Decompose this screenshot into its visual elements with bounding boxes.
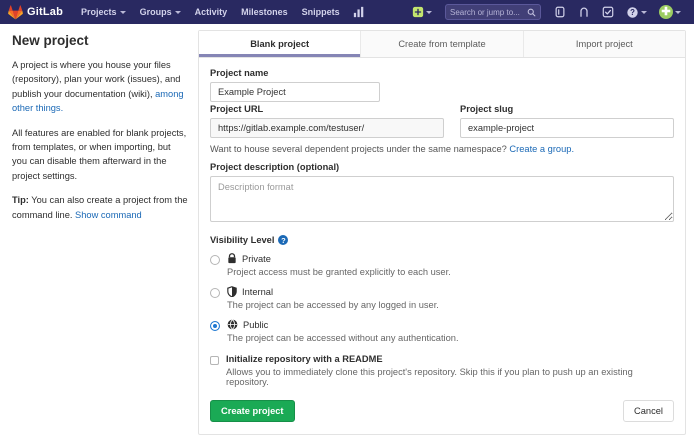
- brand-wordmark: GitLab: [27, 6, 63, 18]
- readme-checkbox[interactable]: [210, 356, 219, 365]
- search-box: [445, 4, 541, 20]
- new-menu-button[interactable]: [407, 0, 437, 24]
- help-menu-button[interactable]: ?: [621, 0, 652, 24]
- project-name-input[interactable]: [210, 82, 380, 102]
- nav-snippets[interactable]: Snippets: [296, 0, 346, 24]
- sidebar-paragraph-1: A project is where you house your files …: [12, 58, 188, 116]
- visibility-option-desc: Project access must be granted explicitl…: [227, 267, 674, 277]
- top-navbar: GitLab Projects Groups Activity Mileston…: [0, 0, 694, 24]
- globe-icon: [227, 319, 238, 330]
- chevron-down-icon: [675, 11, 681, 14]
- user-menu-button[interactable]: ✚: [654, 0, 686, 24]
- create-project-button[interactable]: Create project: [210, 400, 295, 422]
- tab-create-from-template[interactable]: Create from template: [360, 31, 522, 57]
- readme-label[interactable]: Initialize repository with a README: [226, 354, 674, 364]
- project-type-tabs: Blank project Create from template Impor…: [199, 31, 685, 58]
- svg-text:?: ?: [630, 8, 635, 17]
- gitlab-home-link[interactable]: GitLab: [8, 5, 63, 20]
- chevron-down-icon: [641, 11, 647, 14]
- project-url-input[interactable]: [210, 118, 444, 138]
- sidebar-paragraph-2: All features are enabled for blank proje…: [12, 126, 188, 184]
- nav-activity[interactable]: Activity: [189, 0, 234, 24]
- visibility-help-icon[interactable]: ?: [278, 235, 288, 245]
- project-url-label: Project URL: [210, 104, 444, 114]
- project-name-label: Project name: [210, 68, 674, 78]
- chevron-down-icon: [120, 11, 126, 14]
- chevron-down-icon: [426, 11, 432, 14]
- todos-icon[interactable]: [597, 0, 619, 24]
- help-icon: ?: [626, 6, 639, 19]
- form-actions: Create project Cancel: [210, 400, 674, 422]
- readme-row: Initialize repository with a README Allo…: [210, 354, 674, 387]
- charts-icon[interactable]: [348, 0, 370, 24]
- merge-request-icon[interactable]: [573, 0, 595, 24]
- sidebar-tip: Tip: You can also create a project from …: [12, 193, 188, 222]
- avatar: ✚: [659, 5, 673, 19]
- visibility-option-name[interactable]: Private: [242, 254, 271, 264]
- blank-project-form: Project name Project URL Project slug Wa…: [199, 58, 685, 434]
- project-slug-label: Project slug: [460, 104, 674, 114]
- page-title: New project: [12, 33, 188, 48]
- cancel-button[interactable]: Cancel: [623, 400, 674, 422]
- nav-projects[interactable]: Projects: [75, 0, 132, 24]
- chevron-down-icon: [175, 11, 181, 14]
- visibility-option-name[interactable]: Internal: [242, 287, 273, 297]
- readme-desc: Allows you to immediately clone this pro…: [226, 367, 674, 387]
- visibility-option-private: Private Project access must be granted e…: [210, 253, 674, 277]
- private-radio[interactable]: [210, 255, 220, 265]
- visibility-option-desc: The project can be accessed by any logge…: [227, 300, 674, 310]
- new-project-card: Blank project Create from template Impor…: [198, 30, 686, 435]
- visibility-option-name[interactable]: Public: [243, 320, 268, 330]
- search-input[interactable]: [450, 8, 524, 17]
- visibility-option-internal: Internal The project can be accessed by …: [210, 286, 674, 310]
- visibility-option-desc: The project can be accessed without any …: [227, 333, 674, 343]
- url-slug-row: Project URL Project slug: [210, 102, 674, 138]
- gitlab-tanuki-icon: [8, 5, 23, 20]
- page-content: New project A project is where you house…: [0, 24, 694, 442]
- show-command-link[interactable]: Show command: [75, 210, 142, 220]
- tab-import-project[interactable]: Import project: [523, 31, 685, 57]
- public-radio[interactable]: [210, 321, 220, 331]
- nav-groups[interactable]: Groups: [134, 0, 187, 24]
- create-a-group-link[interactable]: Create a group.: [509, 144, 574, 154]
- namespace-hint: Want to house several dependent projects…: [210, 144, 674, 154]
- tab-blank-project[interactable]: Blank project: [199, 31, 360, 57]
- shield-icon: [227, 286, 237, 297]
- lock-icon: [227, 253, 237, 264]
- plus-square-icon: [412, 6, 424, 18]
- description-sidebar: New project A project is where you house…: [12, 30, 188, 442]
- issues-icon[interactable]: [549, 0, 571, 24]
- project-description-textarea[interactable]: [210, 176, 674, 222]
- visibility-level-label: Visibility Level ?: [210, 235, 674, 245]
- nav-milestones[interactable]: Milestones: [235, 0, 294, 24]
- project-description-label: Project description (optional): [210, 162, 674, 172]
- project-slug-input[interactable]: [460, 118, 674, 138]
- search-icon: [527, 8, 536, 17]
- internal-radio[interactable]: [210, 288, 220, 298]
- visibility-option-public: Public The project can be accessed witho…: [210, 319, 674, 343]
